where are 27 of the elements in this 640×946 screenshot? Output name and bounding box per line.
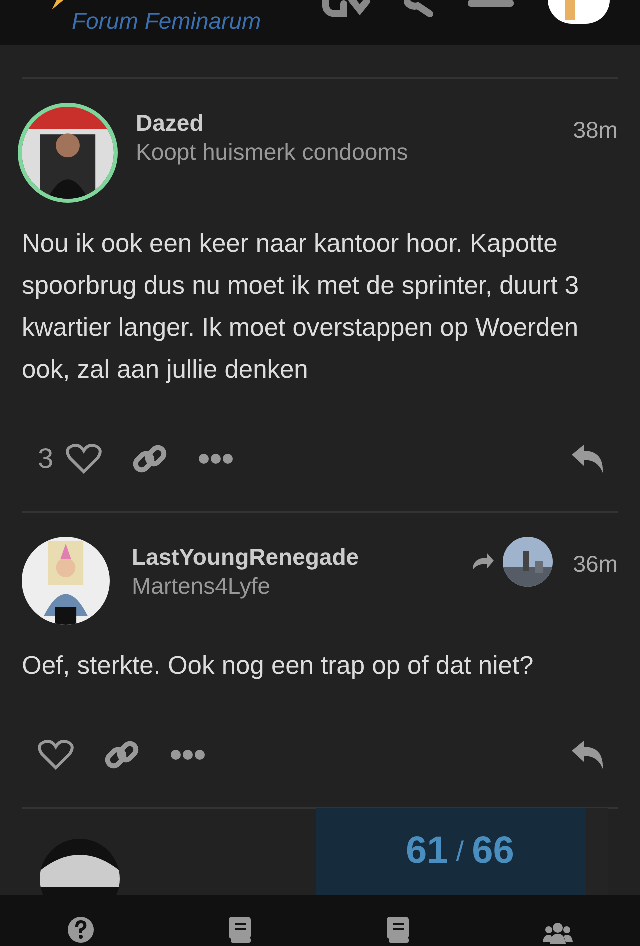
users-icon[interactable] <box>543 922 574 944</box>
post-total: 66 <box>472 830 514 873</box>
progress-indicator[interactable]: 61 / 66 <box>316 808 608 895</box>
menu-icon[interactable] <box>468 0 514 8</box>
heart-icon[interactable] <box>66 443 102 475</box>
username[interactable]: LastYoungRenegade <box>132 544 450 571</box>
user-title: Koopt huismerk condooms <box>136 139 410 166</box>
separator: / <box>456 836 464 868</box>
post-time[interactable]: 38m <box>573 113 618 144</box>
reply-icon[interactable] <box>570 444 606 474</box>
book-icon[interactable] <box>228 916 252 944</box>
user-avatar[interactable] <box>548 0 610 24</box>
site-name[interactable]: Forum Feminarum <box>72 10 262 33</box>
help-icon[interactable] <box>66 916 95 944</box>
username[interactable]: Dazed <box>136 110 552 137</box>
post-text: Nou ik ook een keer naar kantoor hoor. Kapotte spoorbrug dus nu moet ik met de sprinter, duurt 3 kwartier langer. Ik moet overstappen op Woerden ook, zal aan jullie denken <box>22 229 580 386</box>
share-arrow-icon[interactable] <box>471 552 496 572</box>
post-number: 61 <box>406 830 448 873</box>
more-icon[interactable] <box>170 749 206 761</box>
post-text: Oef, sterkte. Ook nog een trap op of dat niet? <box>22 651 535 682</box>
reply-icon[interactable] <box>570 740 606 770</box>
user-title: Martens4Lyfe <box>132 573 272 600</box>
book-icon[interactable] <box>386 916 410 944</box>
post-time[interactable]: 36m <box>573 546 618 578</box>
more-icon[interactable] <box>198 453 234 465</box>
like-count[interactable]: 3 <box>38 443 54 475</box>
heart-icon[interactable] <box>38 739 74 771</box>
